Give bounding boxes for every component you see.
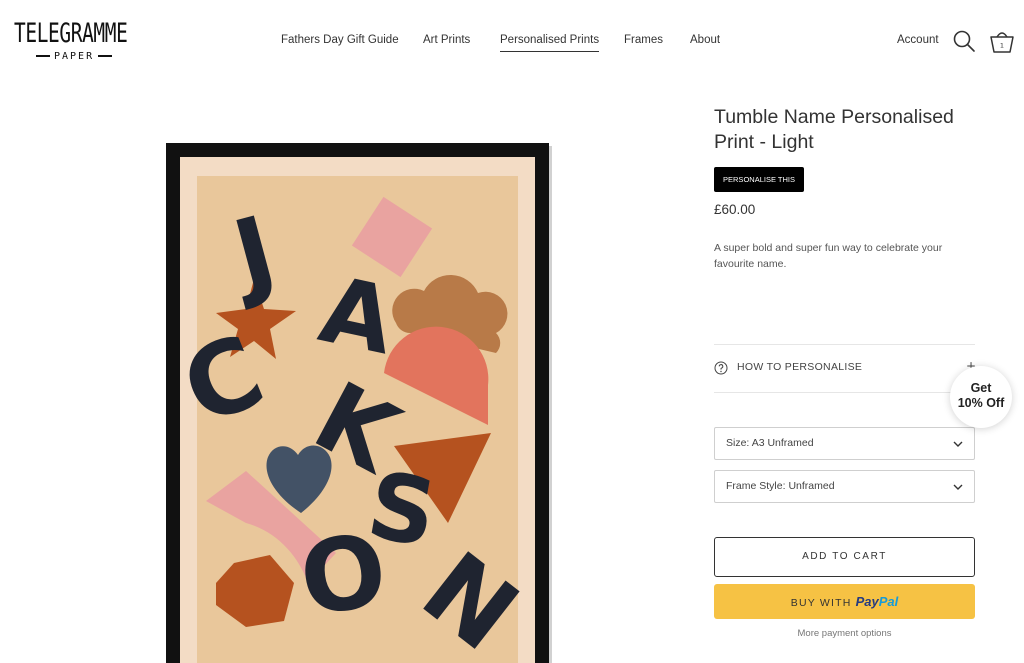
nav-fathers-day[interactable]: Fathers Day Gift Guide xyxy=(281,34,399,46)
search-icon[interactable] xyxy=(952,29,976,53)
site-header: TELEGRAMME PAPER Fathers Day Gift Guide … xyxy=(0,0,1024,84)
divider xyxy=(714,344,975,345)
frame-style-label: Frame Style: xyxy=(726,480,786,492)
size-value: A3 Unframed xyxy=(751,437,814,449)
how-to-personalise-toggle[interactable]: HOW TO PERSONALISE + xyxy=(714,358,976,380)
size-select[interactable]: Size: A3 Unframed xyxy=(714,427,975,460)
chevron-down-icon xyxy=(953,484,963,490)
add-to-cart-button[interactable]: ADD TO CART xyxy=(714,537,975,577)
paypal-logo: PayPal xyxy=(855,594,899,609)
brand-logo[interactable]: TELEGRAMME PAPER xyxy=(14,20,144,64)
product-description: A super bold and super fun way to celebr… xyxy=(714,242,943,270)
divider xyxy=(714,392,975,393)
chevron-down-icon xyxy=(953,441,963,447)
product-price: £60.00 xyxy=(714,202,756,217)
nav-personalised-prints[interactable]: Personalised Prints xyxy=(500,34,600,52)
nav-art-prints[interactable]: Art Prints xyxy=(423,34,470,46)
svg-text:O: O xyxy=(293,511,393,639)
buy-with-label: BUY WITH xyxy=(790,597,852,609)
brand-name: TELEGRAMME xyxy=(14,18,128,49)
frame-style-select[interactable]: Frame Style: Unframed xyxy=(714,470,975,503)
discount-offer-badge[interactable]: Get 10% Off xyxy=(950,366,1012,428)
cart-count: 1 xyxy=(1000,42,1004,50)
basket-icon[interactable]: 1 xyxy=(988,28,1016,54)
personalise-badge[interactable]: PERSONALISE THIS xyxy=(714,167,804,192)
offer-line2: 10% Off xyxy=(957,396,1005,410)
nav-frames[interactable]: Frames xyxy=(624,34,663,46)
nav-about[interactable]: About xyxy=(690,34,720,46)
offer-line1: Get xyxy=(970,381,992,395)
how-to-personalise-label: HOW TO PERSONALISE xyxy=(737,361,863,373)
product-title: Tumble Name Personalised Print - Light xyxy=(714,106,954,153)
question-icon xyxy=(714,361,728,375)
more-payment-options-link[interactable]: More payment options xyxy=(714,628,975,639)
product-image[interactable]: J A C K S O N xyxy=(166,143,552,663)
size-label: Size: xyxy=(726,437,750,449)
account-link[interactable]: Account xyxy=(897,34,939,46)
paypal-button[interactable]: BUY WITH PayPal xyxy=(714,584,975,619)
brand-sub: PAPER xyxy=(32,51,116,62)
frame-style-value: Unframed xyxy=(788,480,835,492)
